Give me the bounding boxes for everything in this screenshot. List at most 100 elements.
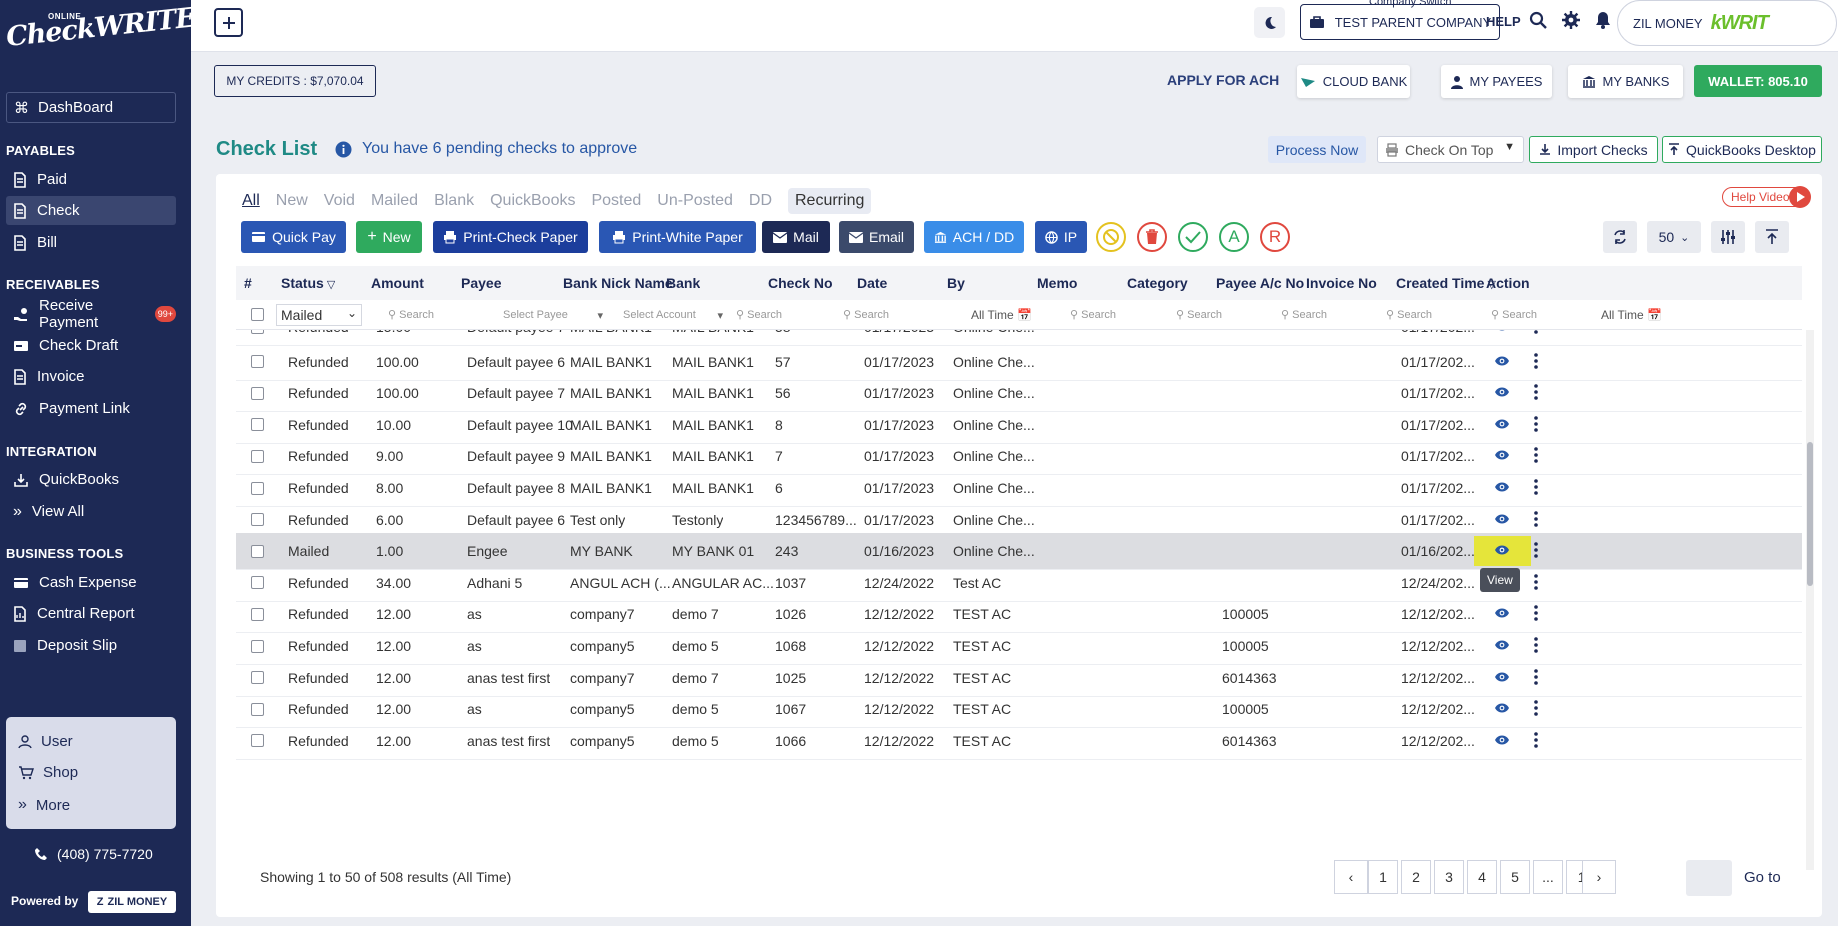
page-ellipsis[interactable]: ... <box>1533 860 1563 894</box>
created-time-filter[interactable]: All Time 📅 <box>1601 308 1662 322</box>
goto-page-input[interactable] <box>1686 860 1732 896</box>
help-link[interactable]: HELP <box>1486 14 1521 29</box>
new-check-button[interactable]: + New <box>356 221 422 253</box>
row-checkbox[interactable] <box>251 576 264 590</box>
tab-un-posted[interactable]: Un-Posted <box>657 192 733 210</box>
sidebar-item-payment-link[interactable]: Payment Link <box>6 394 176 423</box>
column-header-date[interactable]: Date <box>857 275 887 291</box>
status-filter-select[interactable]: Mailed ⌄ <box>276 303 362 326</box>
more-options-icon[interactable] <box>1534 384 1538 400</box>
sidebar-item-central-report[interactable]: Central Report <box>6 599 176 628</box>
more-options-icon[interactable] <box>1534 447 1538 464</box>
eye-icon[interactable] <box>1494 386 1510 398</box>
page-2[interactable]: 2 <box>1401 860 1431 894</box>
bell-icon[interactable] <box>1595 11 1611 29</box>
goto-button[interactable]: Go to <box>1744 869 1781 886</box>
apply-for-ach-link[interactable]: APPLY FOR ACH <box>1167 72 1279 88</box>
eye-icon[interactable] <box>1494 481 1510 493</box>
date-filter[interactable]: All Time 📅 <box>971 308 1032 322</box>
eye-icon[interactable] <box>1494 671 1510 683</box>
sidebar-item-user[interactable]: User <box>18 733 73 750</box>
scrollbar-thumb[interactable] <box>1807 442 1813 586</box>
column-header-status[interactable]: Status ▽ <box>281 275 335 291</box>
eye-icon[interactable] <box>1494 639 1510 651</box>
column-header-bank-nick-name[interactable]: Bank Nick Name <box>563 275 673 291</box>
tab-void[interactable]: Void <box>324 192 355 210</box>
page-1[interactable]: 1 <box>1368 860 1398 894</box>
column-header-by[interactable]: By <box>947 275 965 291</box>
tab-dd[interactable]: DD <box>749 192 772 210</box>
payee-acno-search[interactable]: ⚲ Search <box>1386 308 1432 321</box>
quickbooks-desktop-button[interactable]: QuickBooks Desktop <box>1662 136 1822 163</box>
wallet-button[interactable]: WALLET: 805.10 <box>1694 65 1822 97</box>
gear-icon[interactable] <box>1562 11 1580 29</box>
more-options-icon[interactable] <box>1534 731 1538 748</box>
process-now-button[interactable]: Process Now <box>1268 136 1366 163</box>
ip-button[interactable]: IP <box>1035 221 1087 253</box>
eye-icon[interactable] <box>1494 449 1510 461</box>
eye-icon[interactable] <box>1494 544 1510 556</box>
support-phone[interactable]: (408) 775-7720 <box>34 846 153 862</box>
approve-button[interactable] <box>1178 222 1208 252</box>
eye-icon[interactable] <box>1494 702 1510 714</box>
tab-recurring[interactable]: Recurring <box>788 188 872 214</box>
page-4[interactable]: 4 <box>1467 860 1497 894</box>
checkwriter-logo[interactable]: ONLINE CheckWRITER <box>5 0 218 66</box>
select-all-checkbox[interactable] <box>251 308 264 321</box>
column-header-memo[interactable]: Memo <box>1037 275 1077 291</box>
per-page-select[interactable]: 50 ⌄ <box>1647 221 1701 253</box>
account-menu[interactable]: ZIL MONEY kWRIT <box>1617 0 1837 46</box>
scroll-top-button[interactable] <box>1755 221 1789 253</box>
ach-dd-button[interactable]: ACH / DD <box>924 221 1024 253</box>
next-page-button[interactable]: › <box>1582 860 1616 894</box>
sidebar-item-bill[interactable]: Bill <box>6 228 176 257</box>
tab-blank[interactable]: Blank <box>434 192 474 210</box>
more-options-icon[interactable] <box>1534 605 1538 622</box>
more-options-icon[interactable] <box>1534 700 1538 716</box>
tab-new[interactable]: New <box>276 192 308 210</box>
more-options-icon[interactable] <box>1534 637 1538 653</box>
column-settings-button[interactable] <box>1711 221 1745 253</box>
table-row[interactable]: Refunded 12.00 anas test first company5 demo… <box>236 723 1802 760</box>
filter-icon[interactable]: ▽ <box>324 279 335 291</box>
amount-search[interactable]: ⚲ Search <box>388 308 434 321</box>
check-no-search[interactable]: ⚲ Search <box>843 308 889 321</box>
row-checkbox[interactable] <box>251 607 264 621</box>
dark-mode-toggle[interactable] <box>1254 7 1285 38</box>
void-button[interactable] <box>1096 222 1126 252</box>
zil-money-logo[interactable]: Z ZIL MONEY <box>88 891 176 913</box>
row-checkbox[interactable] <box>251 449 264 463</box>
page-5[interactable]: 5 <box>1500 860 1530 894</box>
category-search[interactable]: ⚲ Search <box>1281 308 1327 321</box>
eye-icon[interactable] <box>1494 734 1510 746</box>
delete-button[interactable] <box>1137 222 1167 252</box>
sidebar-item-shop[interactable]: Shop <box>18 764 78 781</box>
invoice-search[interactable]: ⚲ Search <box>1491 308 1537 321</box>
a-button[interactable]: A <box>1219 222 1249 252</box>
row-checkbox[interactable] <box>251 481 264 495</box>
more-options-icon[interactable] <box>1534 668 1538 685</box>
my-payees-button[interactable]: MY PAYEES <box>1441 65 1552 98</box>
vertical-scrollbar[interactable] <box>1806 330 1814 870</box>
more-options-icon[interactable] <box>1534 573 1538 590</box>
row-checkbox[interactable] <box>251 671 264 685</box>
tab-posted[interactable]: Posted <box>591 192 641 210</box>
tab-mailed[interactable]: Mailed <box>371 192 418 210</box>
column-header-amount[interactable]: Amount <box>371 275 424 291</box>
mail-button[interactable]: Mail <box>762 221 830 253</box>
check-position-select[interactable]: Check On Top ▼ <box>1377 136 1524 163</box>
r-button[interactable]: R <box>1260 222 1290 252</box>
eye-icon[interactable] <box>1494 418 1510 430</box>
company-switch-button[interactable]: TEST PARENT COMPANY <box>1300 4 1500 40</box>
column-header-created-time[interactable]: Created Time ▽ <box>1396 275 1496 291</box>
eye-icon[interactable] <box>1494 355 1510 367</box>
column-header-payee[interactable]: Payee <box>461 275 501 291</box>
more-options-icon[interactable] <box>1534 510 1538 527</box>
sidebar-item-cash-expense[interactable]: Cash Expense <box>6 568 176 597</box>
more-options-icon[interactable] <box>1534 415 1538 432</box>
payee-select[interactable]: Select Payee ▾ <box>503 309 603 322</box>
sidebar-item-deposit-slip[interactable]: Deposit Slip <box>6 631 176 660</box>
row-checkbox[interactable] <box>251 386 264 400</box>
account-select[interactable]: Select Account ▾ <box>623 309 723 322</box>
memo-search[interactable]: ⚲ Search <box>1176 308 1222 321</box>
